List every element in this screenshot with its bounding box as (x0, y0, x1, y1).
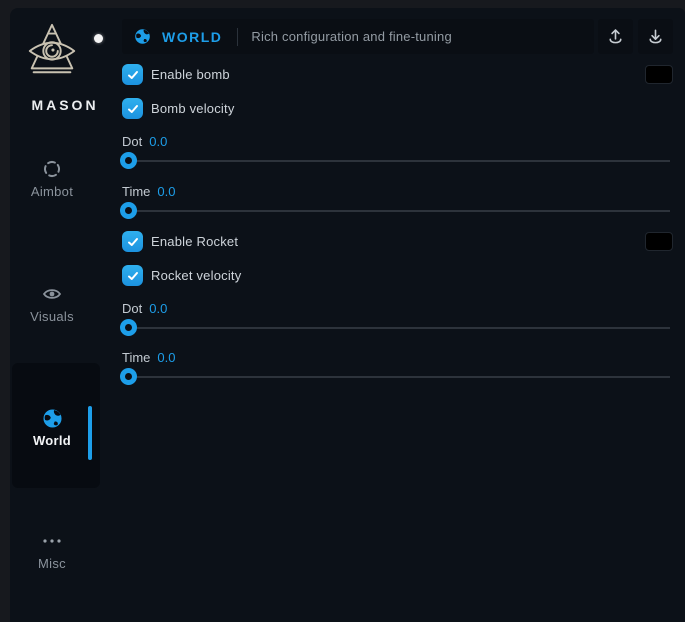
sidebar-item-label: Aimbot (10, 184, 94, 199)
crosshair-icon (10, 158, 94, 180)
slider-thumb[interactable] (120, 368, 137, 385)
checkbox-label: Enable bomb (151, 67, 230, 82)
upload-button[interactable] (598, 19, 633, 54)
slider-label: Dot (122, 301, 142, 316)
slider-track[interactable] (122, 327, 670, 329)
slider-rocket-dot[interactable] (122, 319, 670, 336)
slider-thumb[interactable] (120, 152, 137, 169)
slider-track[interactable] (122, 210, 670, 212)
checkbox-checked-icon (122, 231, 143, 252)
checkbox-label: Enable Rocket (151, 234, 238, 249)
masonic-eye-icon (23, 21, 81, 79)
main-panel: MASON Aimbot Visuals (10, 8, 685, 622)
check-icon (127, 236, 139, 248)
checkbox-enable-rocket[interactable]: Enable Rocket (122, 231, 238, 252)
slider-rocket-time[interactable] (122, 368, 670, 385)
slider-track[interactable] (122, 160, 670, 162)
checkbox-checked-icon (122, 265, 143, 286)
app-window: MASON Aimbot Visuals (0, 0, 685, 622)
check-icon (127, 270, 139, 282)
slider-label: Time (122, 350, 150, 365)
globe-icon (134, 28, 151, 45)
sidebar-item-misc[interactable]: Misc (10, 530, 94, 571)
slider-value-row: Dot 0.0 (122, 133, 167, 149)
sidebar-item-label: World (10, 433, 94, 448)
slider-value-row: Time 0.0 (122, 349, 175, 365)
brand-logo: MASON (23, 21, 81, 79)
check-icon (127, 103, 139, 115)
rocket-color-swatch[interactable] (645, 232, 673, 251)
content-area: WORLD Rich configuration and fine-tuning (122, 8, 685, 622)
checkbox-rocket-velocity[interactable]: Rocket velocity (122, 265, 241, 286)
checkbox-checked-icon (122, 64, 143, 85)
sidebar-item-aimbot[interactable]: Aimbot (10, 158, 94, 199)
eye-icon (10, 283, 94, 305)
page-header: WORLD Rich configuration and fine-tuning (122, 19, 594, 54)
slider-value: 0.0 (157, 350, 175, 365)
sidebar: MASON Aimbot Visuals (10, 8, 114, 622)
slider-bomb-time[interactable] (122, 202, 670, 219)
header-divider (237, 28, 238, 46)
slider-value-row: Time 0.0 (122, 183, 175, 199)
cursor-dot (94, 34, 103, 43)
check-icon (127, 69, 139, 81)
slider-bomb-dot[interactable] (122, 152, 670, 169)
slider-value: 0.0 (149, 301, 167, 316)
checkbox-bomb-velocity[interactable]: Bomb velocity (122, 98, 235, 119)
slider-value: 0.0 (149, 134, 167, 149)
slider-thumb[interactable] (120, 202, 137, 219)
ellipsis-icon (10, 530, 94, 552)
download-button[interactable] (638, 19, 673, 54)
bomb-color-swatch[interactable] (645, 65, 673, 84)
checkbox-checked-icon (122, 98, 143, 119)
sidebar-item-label: Visuals (10, 309, 94, 324)
checkbox-label: Bomb velocity (151, 101, 235, 116)
sidebar-item-world[interactable]: World (10, 407, 94, 448)
page-title: WORLD (162, 29, 222, 45)
checkbox-enable-bomb[interactable]: Enable bomb (122, 64, 230, 85)
slider-value-row: Dot 0.0 (122, 300, 167, 316)
globe-icon (10, 407, 94, 429)
download-icon (646, 27, 665, 46)
checkbox-label: Rocket velocity (151, 268, 241, 283)
sidebar-item-label: Misc (10, 556, 94, 571)
slider-value: 0.0 (157, 184, 175, 199)
slider-label: Dot (122, 134, 142, 149)
upload-icon (606, 27, 625, 46)
slider-thumb[interactable] (120, 319, 137, 336)
page-subtitle: Rich configuration and fine-tuning (251, 29, 451, 44)
slider-label: Time (122, 184, 150, 199)
sidebar-item-visuals[interactable]: Visuals (10, 283, 94, 324)
brand-name: MASON (27, 97, 103, 113)
slider-track[interactable] (122, 376, 670, 378)
